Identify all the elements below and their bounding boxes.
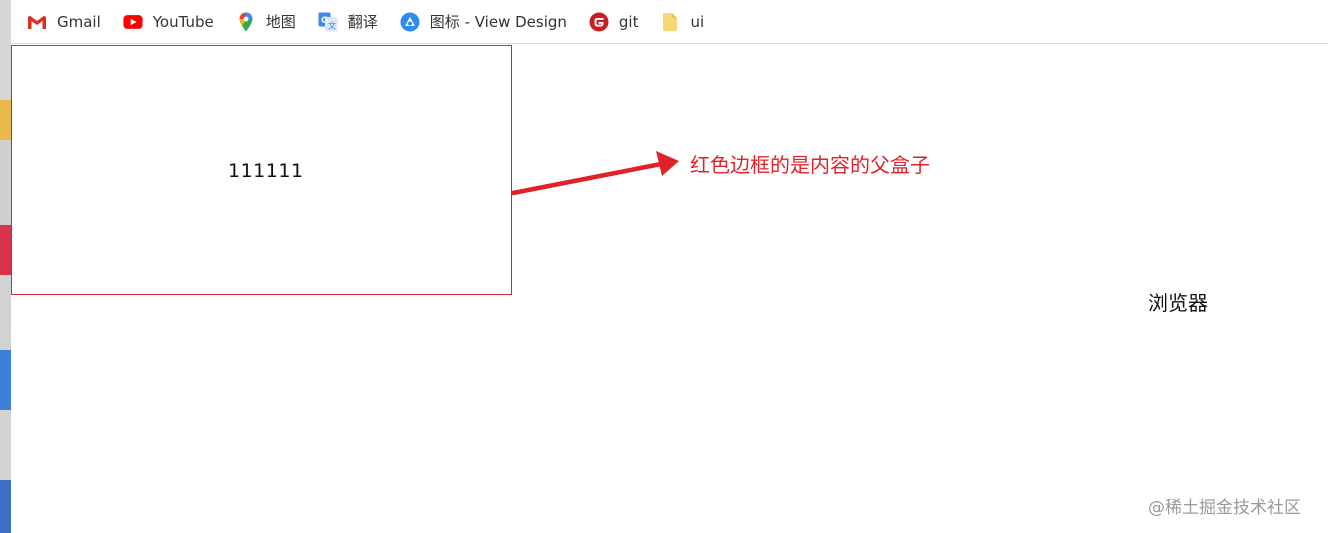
bookmarks-bar: Gmail YouTube 地图 G 文 翻译 图标 - View Design…	[11, 0, 1328, 44]
bookmark-label: git	[618, 12, 639, 31]
gmail-icon	[27, 12, 47, 32]
screenshot-page: Gmail YouTube 地图 G 文 翻译 图标 - View Design…	[0, 0, 1328, 533]
gitee-icon	[589, 12, 609, 32]
bookmark-youtube[interactable]: YouTube	[114, 8, 223, 36]
annotation-arrow-icon	[511, 151, 679, 196]
bookmark-gmail[interactable]: Gmail	[18, 8, 110, 36]
maps-pin-icon	[236, 12, 256, 32]
bookmark-label: 地图	[265, 13, 296, 31]
view-design-icon	[400, 12, 420, 32]
page-content: 111111 红色边框的是内容的父盒子 浏览器 @稀土掘金技术社区	[11, 44, 1328, 533]
bookmark-label: Gmail	[57, 12, 101, 31]
watermark: @稀土掘金技术社区	[1148, 498, 1301, 518]
bookmark-ui-folder[interactable]: ui	[651, 8, 713, 36]
folder-icon	[660, 12, 680, 32]
bookmark-git[interactable]: git	[580, 8, 648, 36]
svg-text:文: 文	[328, 20, 336, 30]
bookmark-label: 翻译	[347, 13, 378, 31]
translate-icon: G 文	[318, 12, 338, 32]
bookmark-translate[interactable]: G 文 翻译	[309, 8, 387, 36]
box-content-text: 111111	[228, 160, 304, 182]
parent-box: 111111	[11, 45, 512, 295]
annotation-text: 红色边框的是内容的父盒子	[690, 153, 930, 177]
bookmark-maps[interactable]: 地图	[227, 8, 305, 36]
browser-label: 浏览器	[1148, 291, 1208, 315]
bookmark-label: YouTube	[152, 12, 214, 31]
bookmark-label: ui	[690, 12, 705, 31]
youtube-icon	[123, 12, 143, 32]
bookmark-label: 图标 - View Design	[429, 13, 567, 31]
bookmark-view-design[interactable]: 图标 - View Design	[391, 8, 576, 36]
